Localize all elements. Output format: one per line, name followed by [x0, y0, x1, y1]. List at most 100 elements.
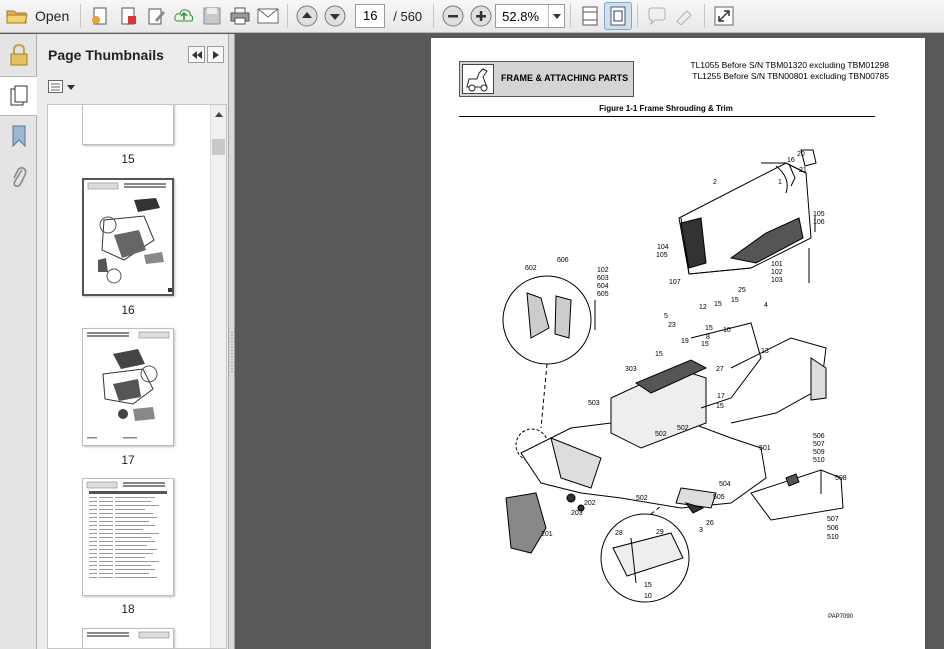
bookmarks-tab[interactable] [0, 116, 37, 156]
thumbnail-page-15[interactable] [82, 105, 174, 145]
export-pdf-button[interactable] [114, 2, 142, 30]
part-callout-label: 102 [771, 269, 783, 276]
part-callout-label: 29 [656, 529, 664, 536]
thumbnail-scrollbar[interactable] [210, 105, 226, 648]
print-button[interactable] [226, 2, 254, 30]
document-view[interactable]: FRAME & ATTACHING PARTS TL1055 Before S/… [236, 34, 944, 649]
thumbnail-label: 15 [121, 152, 135, 166]
save-button[interactable] [198, 2, 226, 30]
open-button[interactable]: Open [0, 2, 75, 30]
fit-page-icon [610, 6, 626, 26]
open-label: Open [35, 8, 70, 24]
part-callout-label: 105 [656, 252, 668, 259]
part-callout-label: 17 [717, 393, 725, 400]
part-callout-label: 103 [771, 277, 783, 284]
thumbnail-preview-image [86, 481, 167, 578]
part-callout-label: 16 [787, 157, 795, 164]
edit-button[interactable] [142, 2, 170, 30]
previous-page-button[interactable] [293, 2, 321, 30]
exploded-parts-diagram: 21620121105106104105107101102103606602 10… [502, 149, 847, 603]
thumbnail-list[interactable]: 15 16 17 18 [47, 104, 227, 649]
part-callout-label: 506 [827, 525, 839, 532]
collapse-panel-button[interactable] [188, 46, 205, 63]
highlight-button[interactable] [671, 2, 699, 30]
part-callout-label: 1 [778, 179, 782, 186]
plus-circle-icon [470, 5, 492, 27]
part-callout-label: 502 [677, 425, 689, 432]
printer-icon [230, 7, 250, 25]
comment-button[interactable] [643, 2, 671, 30]
pdf-page: FRAME & ATTACHING PARTS TL1055 Before S/… [431, 38, 925, 649]
thumbnail-page-17[interactable] [82, 328, 174, 446]
create-pdf-button[interactable] [86, 2, 114, 30]
part-callout-label: 15 [731, 297, 739, 304]
thumbnail-page-16[interactable] [82, 178, 174, 296]
part-callout-label: 102 [597, 267, 609, 274]
main-toolbar: Open 16 / 560 52.8% [0, 0, 944, 33]
page-number-input[interactable]: 16 [355, 4, 386, 28]
part-callout-label: 510 [813, 457, 825, 464]
arrow-down-circle-icon [324, 5, 346, 27]
fit-page-button[interactable] [604, 2, 633, 30]
zoom-in-button[interactable] [467, 2, 495, 30]
thumbnail-page-18[interactable] [82, 478, 174, 596]
lock-button[interactable] [0, 34, 37, 76]
zoom-select[interactable]: 52.8% [495, 4, 566, 28]
chevron-down-icon[interactable] [548, 5, 564, 27]
upload-button[interactable] [170, 2, 198, 30]
part-callout-label: 507 [813, 441, 825, 448]
part-callout-label: 502 [636, 495, 648, 502]
part-callout-label: 106 [813, 219, 825, 226]
next-page-button[interactable] [321, 2, 349, 30]
part-callout-label: 28 [615, 530, 623, 537]
part-callout-label: 603 [597, 275, 609, 282]
zoom-out-button[interactable] [439, 2, 467, 30]
panel-next-button[interactable] [207, 46, 224, 63]
part-callout-label: 606 [557, 257, 569, 264]
chevron-down-icon [67, 84, 75, 90]
arrow-up-circle-icon [296, 5, 318, 27]
splitter-grip-icon [231, 332, 233, 372]
toolbar-separator [704, 4, 706, 28]
part-callout-label: 107 [669, 279, 681, 286]
options-list-icon [48, 80, 63, 93]
email-button[interactable] [254, 2, 282, 30]
part-callout-label: 10 [644, 593, 652, 600]
fit-width-button[interactable] [576, 2, 604, 30]
thumbnail-preview-image [87, 631, 170, 639]
part-callout-label: 501 [759, 445, 771, 452]
attachments-tab[interactable] [0, 156, 37, 196]
part-callout-label: 502 [655, 431, 667, 438]
part-callout-label: 604 [597, 283, 609, 290]
part-callout-label: 15 [701, 341, 709, 348]
part-callout-label: 203 [571, 510, 583, 517]
create-document-icon [92, 7, 107, 25]
highlighter-icon [676, 10, 692, 25]
toolbar-separator [433, 4, 435, 28]
thumbnail-options-button[interactable] [48, 80, 75, 94]
thumbnail-preview-image [87, 331, 170, 439]
expand-button[interactable] [710, 2, 738, 30]
toolbar-separator [570, 4, 572, 28]
zoom-value: 52.8% [502, 8, 540, 24]
thumbnail-page-19[interactable] [82, 628, 174, 648]
page-thumbnail-icon [10, 85, 27, 106]
part-callout-label: 303 [625, 366, 637, 373]
scrollbar-thumb[interactable] [212, 139, 225, 155]
thumbnail-label: 18 [121, 602, 135, 616]
page-thumbnails-tab[interactable] [0, 76, 37, 116]
scroll-up-arrow-icon[interactable] [212, 109, 226, 121]
scroll-mode-icon [582, 6, 598, 26]
part-callout-label: 2 [713, 179, 717, 186]
part-callout-label: 15 [644, 582, 652, 589]
part-callout-label: 8 [706, 334, 710, 341]
part-callout-label: 104 [657, 244, 669, 251]
part-callout-label: 3 [699, 527, 703, 534]
thumbnail-label: 17 [121, 453, 135, 467]
part-callout-label: 504 [719, 481, 731, 488]
panel-splitter[interactable] [229, 34, 235, 649]
part-callout-label: 509 [813, 449, 825, 456]
part-callout-label: 503 [588, 400, 600, 407]
thumbnail-label: 16 [121, 303, 135, 317]
envelope-icon [257, 8, 279, 24]
